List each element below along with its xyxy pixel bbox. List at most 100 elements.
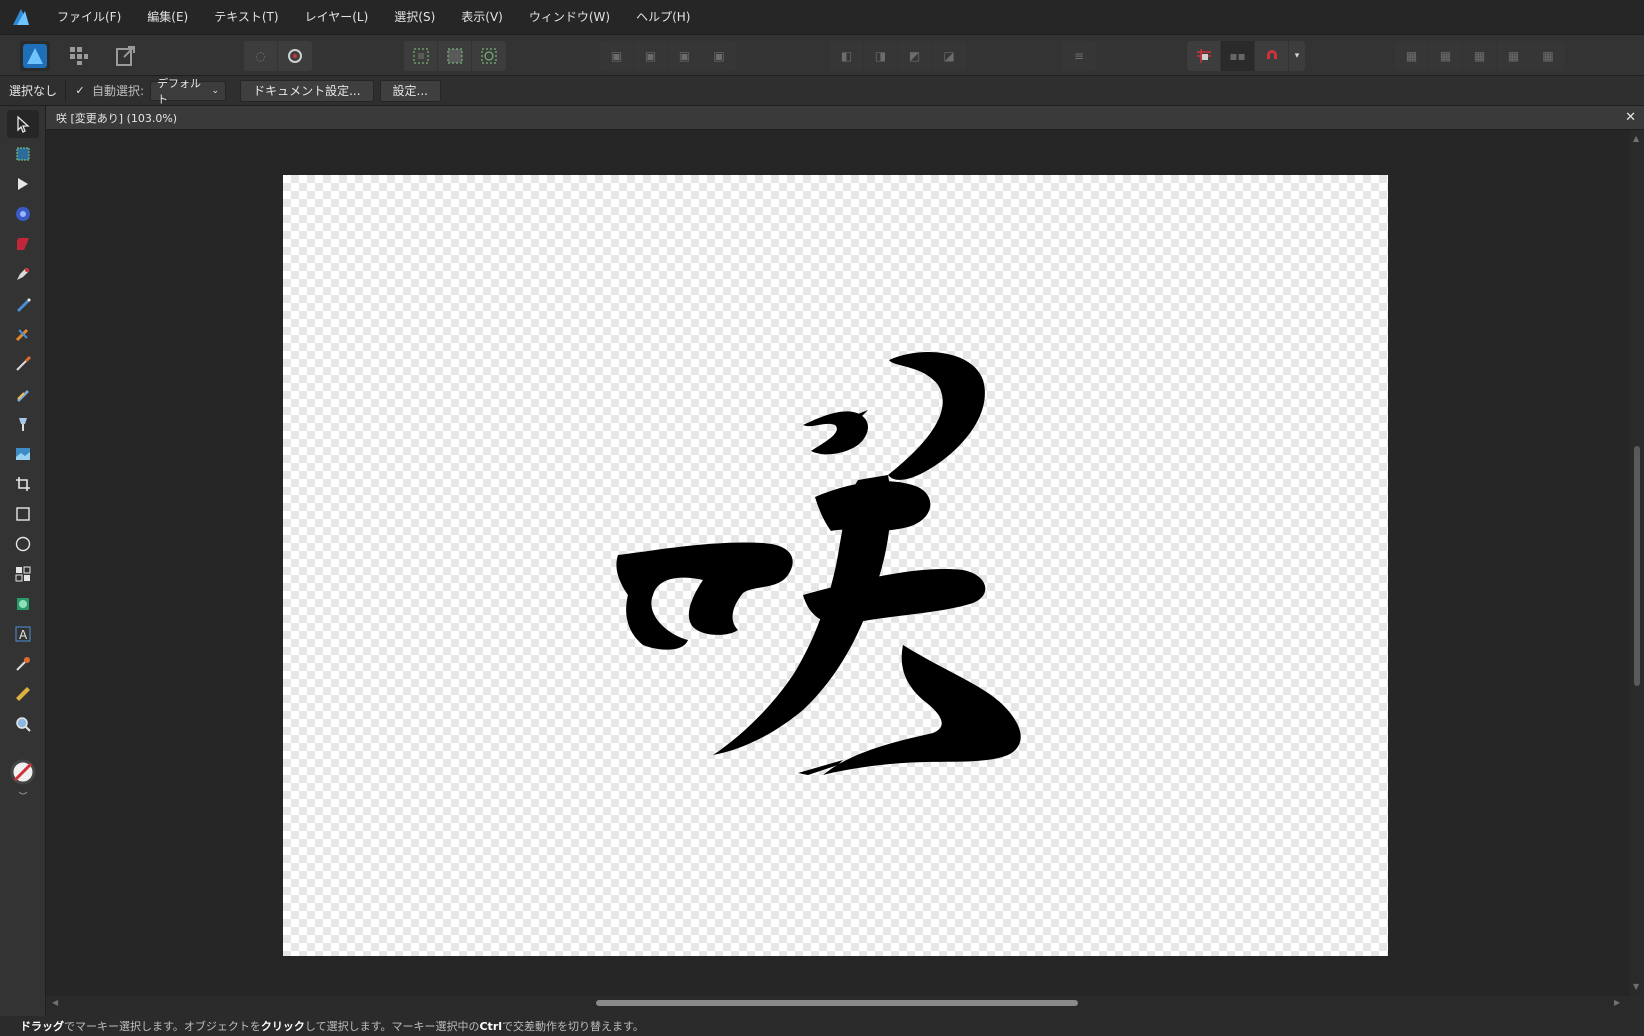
boolean-divide-button[interactable]: ▦ (1531, 41, 1565, 71)
vector-brush-tool-button[interactable] (7, 320, 39, 348)
crop-tool-button[interactable] (7, 470, 39, 498)
arrange-front-button[interactable]: ▣ (668, 41, 702, 71)
pixel-persona-button[interactable] (64, 41, 94, 71)
boolean-xor-icon: ▦ (1507, 49, 1520, 63)
calligraphy-artwork[interactable] (283, 175, 1388, 956)
artboard-tool-button[interactable] (7, 140, 39, 168)
menu-view[interactable]: 表示(V) (448, 0, 516, 34)
menu-window[interactable]: ウィンドウ(W) (516, 0, 623, 34)
menu-help[interactable]: ヘルプ(H) (623, 0, 703, 34)
arrange-icon: ▣ (610, 49, 623, 63)
ellipse-tool-button[interactable] (7, 530, 39, 558)
auto-select-dropdown[interactable]: デフォルト ⌄ (150, 77, 227, 106)
boolean-subtract-button[interactable]: ▦ (1429, 41, 1463, 71)
flip-v-button[interactable]: ◨ (864, 41, 898, 71)
arrange-back-button[interactable]: ▣ (702, 41, 736, 71)
fill-tool-button[interactable] (7, 380, 39, 408)
rotate-left-button[interactable]: ◩ (898, 41, 932, 71)
rotate-right-button[interactable]: ◪ (932, 41, 966, 71)
auto-select-checkbox[interactable]: ✓ (74, 84, 86, 97)
snapping-dropdown-button[interactable]: ▾ (1289, 41, 1305, 71)
canvas-area[interactable] (46, 130, 1630, 996)
boolean-divide-icon: ▦ (1542, 49, 1554, 63)
vertical-scrollbar[interactable]: ▲ ▼ (1630, 130, 1644, 996)
boolean-subtract-icon: ▦ (1439, 49, 1452, 63)
fill-stroke-swatch[interactable] (7, 756, 39, 800)
symbol-tool-button[interactable] (7, 590, 39, 618)
frame-text-tool-button[interactable]: A (7, 620, 39, 648)
select-inside-icon (413, 48, 428, 64)
point-transform-tool-button[interactable] (7, 200, 39, 228)
close-icon[interactable]: ✕ (1625, 110, 1636, 125)
pixel-align-icon: ▪▪ (1229, 49, 1246, 63)
snapping-magnet-button[interactable] (1255, 41, 1289, 71)
menu-file[interactable]: ファイル(F) (44, 0, 134, 34)
scroll-right-icon[interactable]: ▶ (1614, 998, 1620, 1007)
arrange-backward-button[interactable]: ▣ (634, 41, 668, 71)
place-image-tool-button[interactable] (7, 440, 39, 468)
export-persona-button[interactable] (111, 41, 141, 71)
select-behind-icon (447, 48, 462, 64)
boolean-add-button[interactable]: ▦ (1395, 41, 1429, 71)
menu-edit[interactable]: 編集(E) (134, 0, 201, 34)
menu-text[interactable]: テキスト(T) (201, 0, 291, 34)
export-persona-icon (116, 46, 135, 66)
menu-select[interactable]: 選択(S) (381, 0, 448, 34)
status-hint-ctrl: Ctrl (479, 1019, 503, 1033)
transparency-tool-button[interactable] (7, 410, 39, 438)
ellipse-tool-icon (15, 536, 31, 552)
boolean-xor-button[interactable]: ▦ (1497, 41, 1531, 71)
insert-inside-button[interactable] (404, 41, 438, 71)
brush-tool-button[interactable] (7, 350, 39, 378)
scroll-down-icon[interactable]: ▼ (1633, 982, 1639, 991)
align-button[interactable]: ≡ (1062, 41, 1096, 71)
corner-tool-button[interactable] (7, 230, 39, 258)
shapes-tool-button[interactable] (7, 560, 39, 588)
document-tab[interactable]: 咲 [変更あり] (103.0%) ✕ (46, 106, 1644, 130)
symbol-icon (17, 598, 29, 610)
artboard[interactable] (283, 175, 1388, 956)
vertical-scroll-thumb[interactable] (1634, 446, 1640, 686)
artboard-tool-icon (16, 147, 30, 161)
menu-layer[interactable]: レイヤー(L) (292, 0, 382, 34)
rotate-icon: ◩ (908, 49, 921, 63)
measure-tool-button[interactable] (7, 680, 39, 708)
align-icon: ≡ (1073, 49, 1085, 63)
measure-tool-icon (16, 687, 30, 701)
zoom-tool-button[interactable] (7, 710, 39, 738)
flip-h-button[interactable]: ◧ (830, 41, 864, 71)
menu-bar: ファイル(F) 編集(E) テキスト(T) レイヤー(L) 選択(S) 表示(V… (0, 0, 1644, 34)
color-picker-tool-button[interactable] (7, 650, 39, 678)
arrange-icon: ▣ (644, 49, 657, 63)
snapping-options-button[interactable] (278, 41, 312, 71)
scroll-left-icon[interactable]: ◀ (52, 998, 58, 1007)
snapping-grid-icon (1196, 49, 1211, 63)
node-tool-icon (18, 178, 28, 190)
move-tool-button[interactable] (7, 110, 39, 138)
horizontal-scrollbar[interactable]: ◀ ▶ (46, 996, 1630, 1010)
status-hint-text-2: して選択します。マーキー選択中の (304, 1020, 480, 1033)
horizontal-scroll-thumb[interactable] (596, 1000, 1078, 1006)
hide-selection-button[interactable]: ◌ (244, 41, 278, 71)
designer-persona-button[interactable] (20, 41, 50, 71)
rectangle-tool-button[interactable] (7, 500, 39, 528)
pen-tool-button[interactable] (7, 260, 39, 288)
document-setup-button[interactable]: ドキュメント設定... (240, 79, 374, 102)
status-hint-text-3: で交差動作を切り替えます。 (502, 1020, 644, 1033)
force-pixel-button[interactable]: ▪▪ (1221, 41, 1255, 71)
insert-behind-button[interactable] (438, 41, 472, 71)
pencil-tool-button[interactable] (7, 290, 39, 318)
scroll-up-icon[interactable]: ▲ (1633, 134, 1639, 143)
fill-tool-icon (17, 390, 29, 402)
boolean-intersect-button[interactable]: ▦ (1463, 41, 1497, 71)
tools-panel: A (0, 106, 46, 1016)
node-tool-button[interactable] (7, 170, 39, 198)
snapping-toggle-button[interactable] (1187, 41, 1221, 71)
settings-button[interactable]: 設定... (379, 79, 441, 102)
boolean-intersect-icon: ▦ (1473, 49, 1486, 63)
context-toolbar: 選択なし ✓ 自動選択: デフォルト ⌄ ドキュメント設定... 設定... (0, 76, 1644, 106)
insert-front-button[interactable] (472, 41, 506, 71)
arrange-forward-button[interactable]: ▣ (600, 41, 634, 71)
flip-icon: ◧ (840, 49, 853, 63)
gear-icon (288, 49, 302, 63)
